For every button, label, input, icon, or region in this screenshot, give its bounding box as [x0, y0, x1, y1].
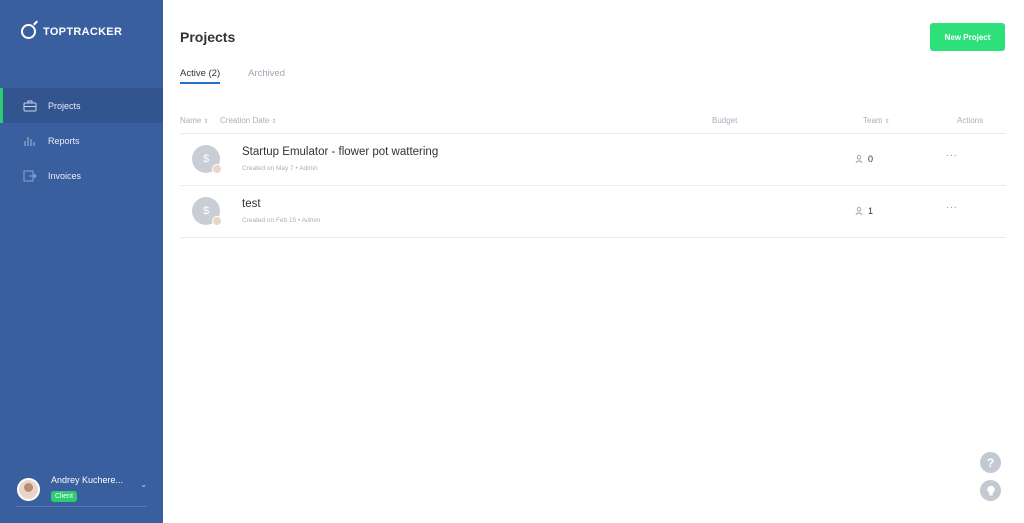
invoice-icon: [23, 170, 37, 181]
new-project-button[interactable]: New Project: [930, 23, 1005, 51]
table-row[interactable]: $ Startup Emulator - flower pot watterin…: [180, 134, 1006, 186]
column-budget: Budget: [712, 116, 738, 125]
column-label: Name: [180, 116, 202, 125]
sort-icon: ⇕: [271, 119, 277, 125]
bar-chart-icon: [24, 136, 35, 146]
tab-active[interactable]: Active (2): [180, 68, 221, 84]
tab-archived[interactable]: Archived: [248, 68, 285, 84]
briefcase-icon: [23, 100, 37, 111]
person-icon: [855, 207, 863, 215]
column-actions: Actions: [957, 116, 984, 125]
sidebar: TOPTRACKER Projects Reports Invoices And…: [0, 0, 163, 523]
team-count-value: 0: [868, 154, 874, 164]
stopwatch-icon: [21, 24, 36, 39]
sidebar-item-label: Projects: [48, 100, 81, 111]
avatar: [212, 164, 222, 174]
app-name: TOPTRACKER: [43, 25, 123, 38]
project-name[interactable]: test: [242, 198, 261, 210]
team-count-value: 1: [868, 206, 874, 216]
person-icon: [855, 155, 863, 163]
page-title: Projects: [180, 29, 236, 45]
projects-table: Name ⇕ Creation Date ⇕ Budget Team ⇕ Action…: [180, 112, 1006, 238]
user-menu[interactable]: Andrey Kuchere... Client ⌄: [17, 475, 147, 503]
column-label: Creation Date: [220, 116, 270, 125]
column-label: Team: [863, 116, 883, 125]
table-header: Name ⇕ Creation Date ⇕ Budget Team ⇕ Action…: [180, 112, 1006, 134]
team-count: 0: [855, 154, 873, 164]
lightbulb-glyph: [986, 485, 995, 495]
more-actions-icon[interactable]: ···: [946, 202, 958, 213]
sidebar-nav: Projects Reports Invoices: [0, 88, 163, 193]
column-team[interactable]: Team ⇕: [863, 116, 890, 125]
project-name[interactable]: Startup Emulator - flower pot wattering: [242, 146, 438, 158]
table-row[interactable]: $ test Created on Feb 15 • Admin 1 ···: [180, 186, 1006, 238]
sidebar-item-label: Reports: [48, 135, 80, 146]
role-badge: Client: [51, 491, 77, 502]
help-icon[interactable]: ?: [980, 452, 1001, 473]
team-count: 1: [855, 206, 873, 216]
sidebar-item-label: Invoices: [48, 170, 82, 181]
tabs: Active (2) Archived: [180, 68, 313, 84]
app-logo[interactable]: TOPTRACKER: [21, 24, 122, 39]
main-content: Projects New Project Active (2) Archived…: [163, 0, 1024, 523]
column-creation-date[interactable]: Creation Date ⇕: [220, 116, 276, 125]
avatar: [17, 477, 40, 501]
chevron-down-icon[interactable]: ⌄: [140, 480, 147, 489]
more-actions-icon[interactable]: ···: [946, 150, 958, 161]
sort-icon: ⇕: [203, 119, 209, 125]
lightbulb-icon[interactable]: [980, 480, 1001, 501]
project-meta: Created on Feb 15 • Admin: [242, 217, 321, 224]
sidebar-item-invoices[interactable]: Invoices: [0, 158, 163, 193]
sidebar-item-projects[interactable]: Projects: [0, 88, 163, 123]
avatar: [212, 216, 222, 226]
sort-icon: ⇕: [884, 119, 890, 125]
divider: [16, 506, 147, 507]
sidebar-item-reports[interactable]: Reports: [0, 123, 163, 158]
project-meta: Created on May 7 • Admin: [242, 165, 318, 172]
column-name[interactable]: Name ⇕: [180, 116, 208, 125]
user-name: Andrey Kuchere...: [51, 475, 124, 485]
